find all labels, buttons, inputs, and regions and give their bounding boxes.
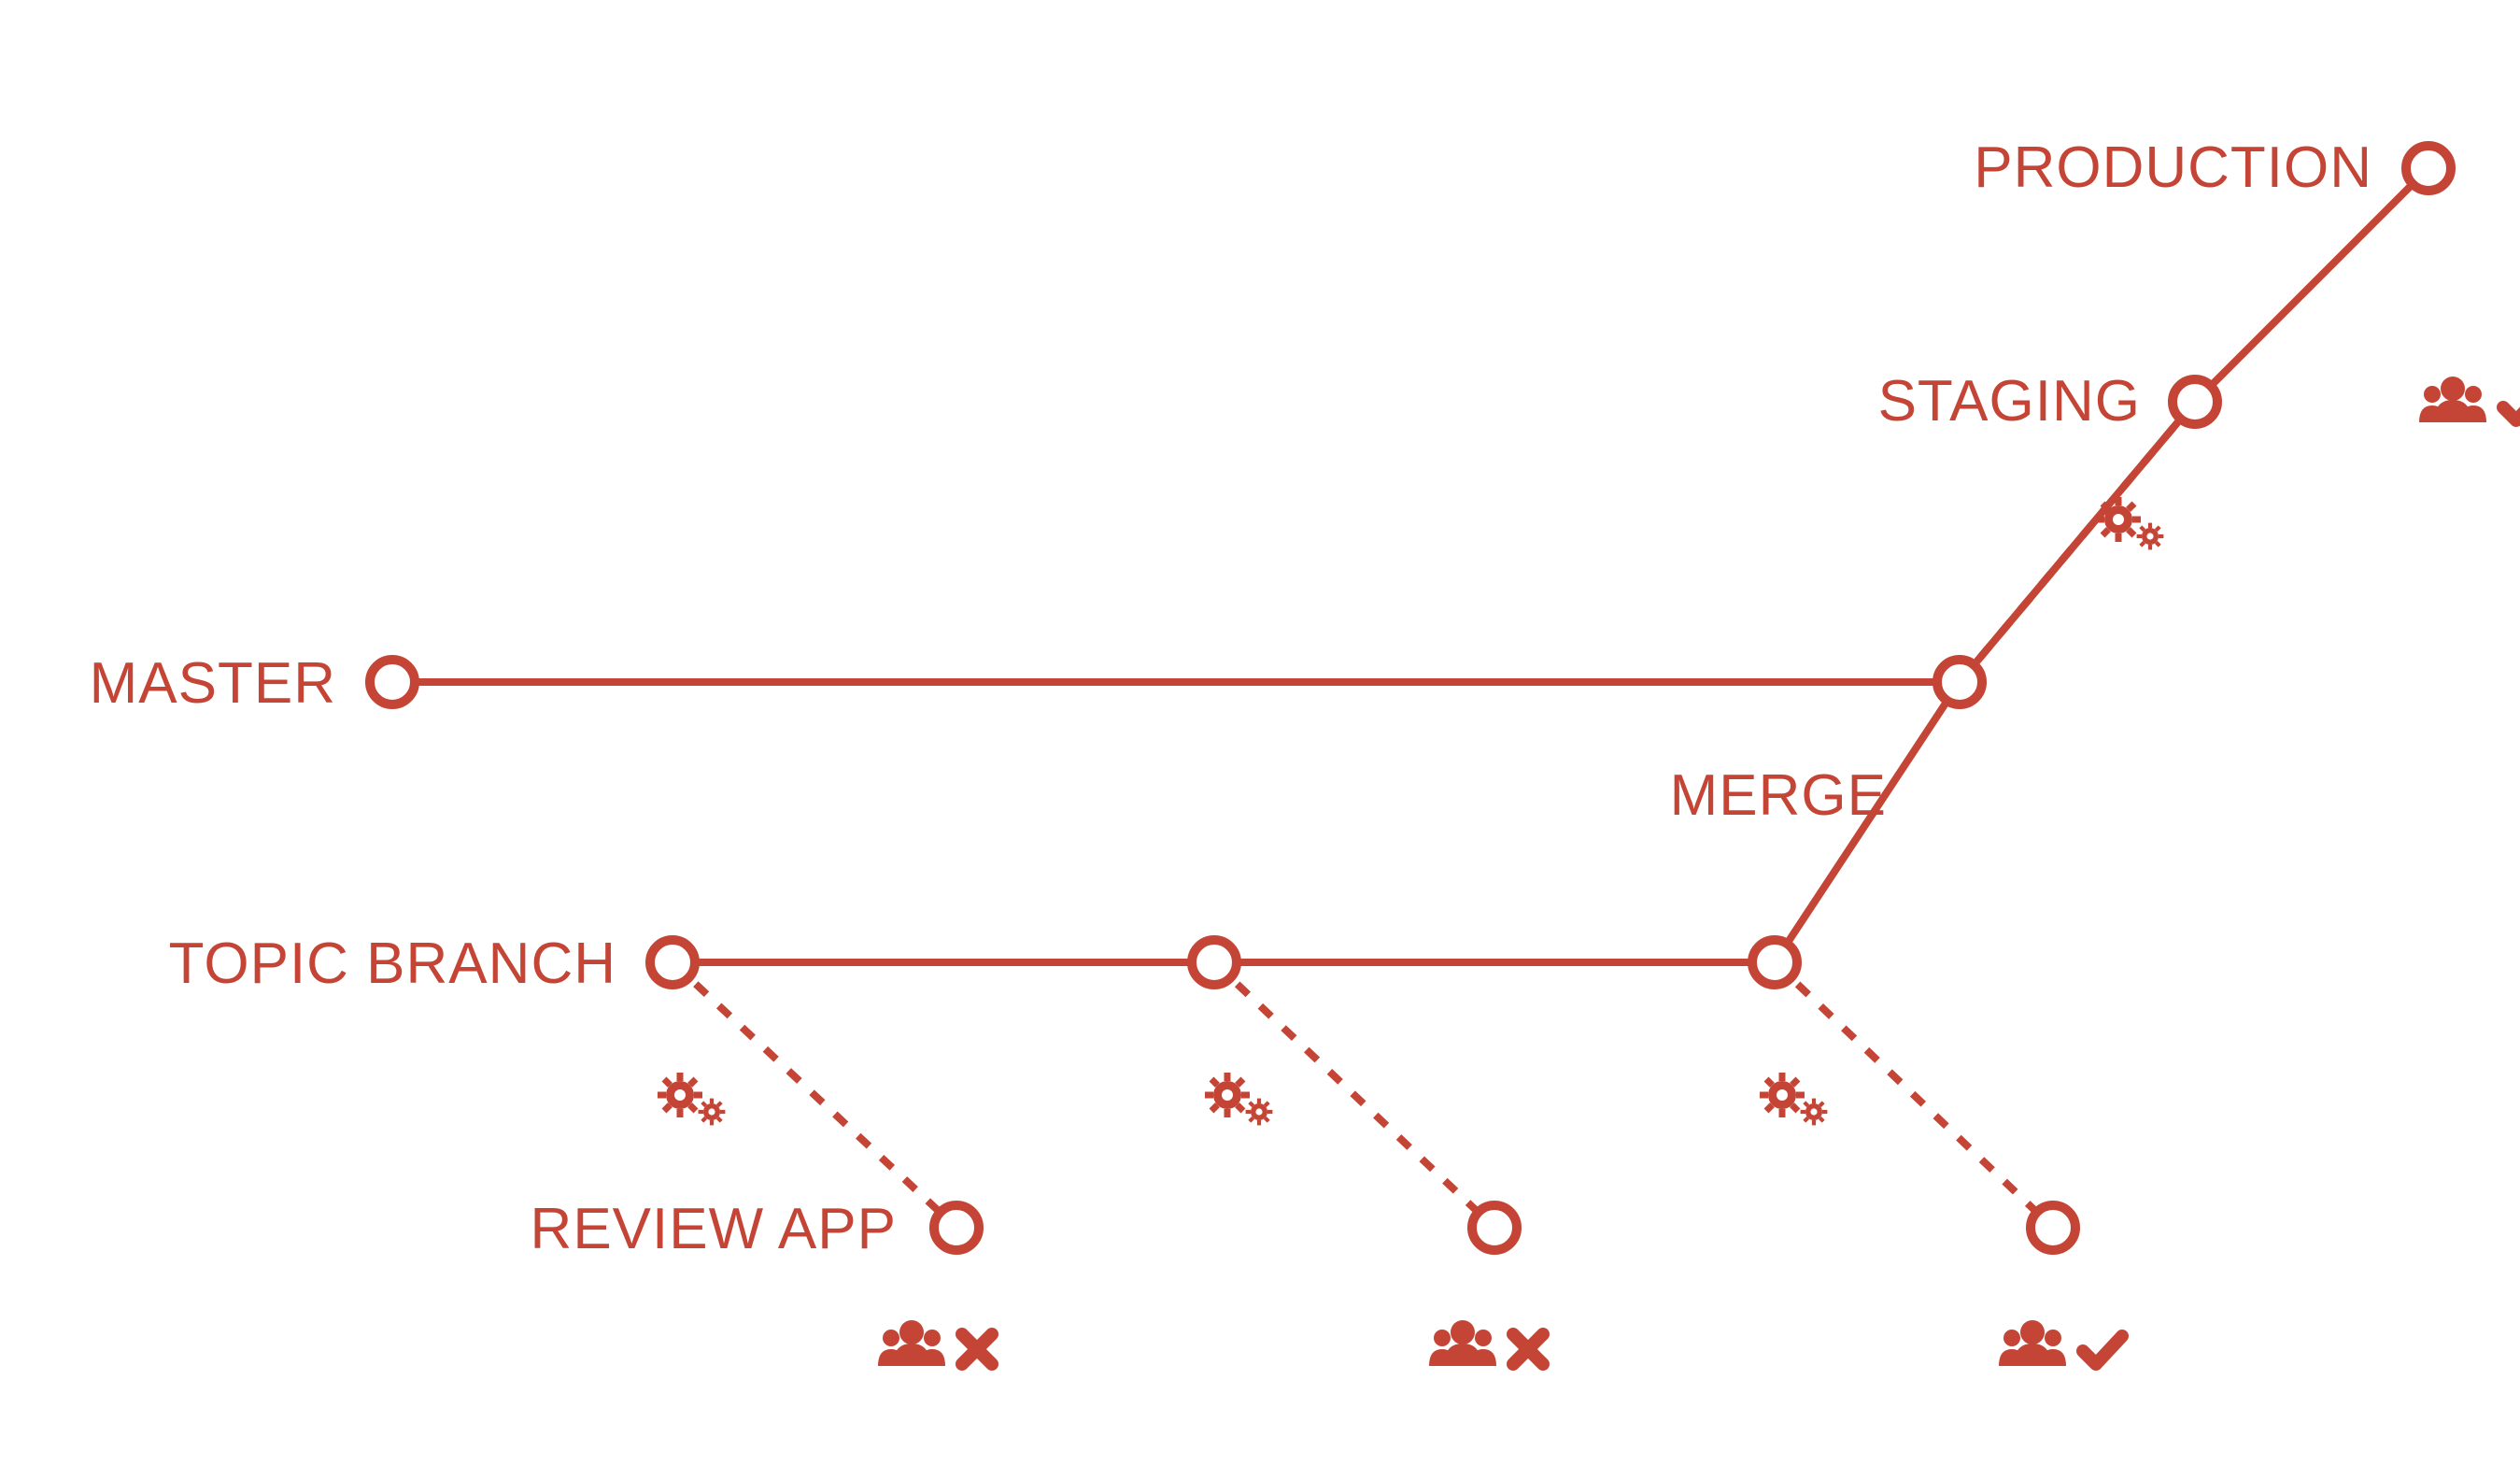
gears-icon: [1760, 1073, 1827, 1125]
label-production: PRODUCTION: [1974, 135, 2372, 200]
edges-dashed: [672, 402, 2195, 1228]
label-master: MASTER: [90, 651, 336, 716]
node-review-2: [1472, 1205, 1517, 1250]
gears-icon: [2096, 497, 2163, 549]
node-master-merge: [1937, 660, 1982, 704]
edge-to-staging: [1960, 402, 2195, 682]
node-topic-3: [1752, 940, 1797, 985]
feedback-review-2: [1429, 1320, 1543, 1366]
edge-review-3: [1775, 962, 2053, 1228]
gears-icon: [1205, 1073, 1272, 1125]
gears-icon: [658, 1073, 725, 1125]
check-icon: [2503, 392, 2520, 420]
node-topic-2: [1192, 940, 1237, 985]
node-master-start: [370, 660, 415, 704]
edge-review-1: [672, 962, 956, 1228]
feedback-review-3: [1999, 1320, 2122, 1366]
label-topic-branch: TOPIC BRANCH: [169, 932, 616, 996]
check-icon: [2083, 1336, 2122, 1364]
node-review-3: [2031, 1205, 2075, 1250]
node-production: [2406, 146, 2451, 191]
edges-solid: [392, 168, 2428, 962]
users-icon: [2419, 377, 2486, 422]
cross-icon: [1513, 1334, 1543, 1364]
feedback-icons: [878, 377, 2520, 1366]
pipeline-diagram: PRODUCTION STAGING MASTER MERGE TOPIC BR…: [0, 0, 2520, 1465]
users-icon: [1429, 1320, 1496, 1366]
users-icon: [878, 1320, 945, 1366]
edge-review-2: [1214, 962, 1494, 1228]
node-topic-1: [650, 940, 695, 985]
label-staging: STAGING: [1878, 369, 2141, 434]
label-review-app: REVIEW APP: [531, 1197, 897, 1261]
users-icon: [1999, 1320, 2066, 1366]
label-merge: MERGE: [1670, 763, 1887, 828]
cross-icon: [962, 1334, 992, 1364]
node-review-1: [934, 1205, 979, 1250]
feedback-review-1: [878, 1320, 992, 1366]
ci-icons: [658, 497, 2163, 1125]
edge-to-production: [2195, 168, 2428, 402]
feedback-staging: [2419, 377, 2520, 422]
node-staging: [2173, 379, 2217, 424]
